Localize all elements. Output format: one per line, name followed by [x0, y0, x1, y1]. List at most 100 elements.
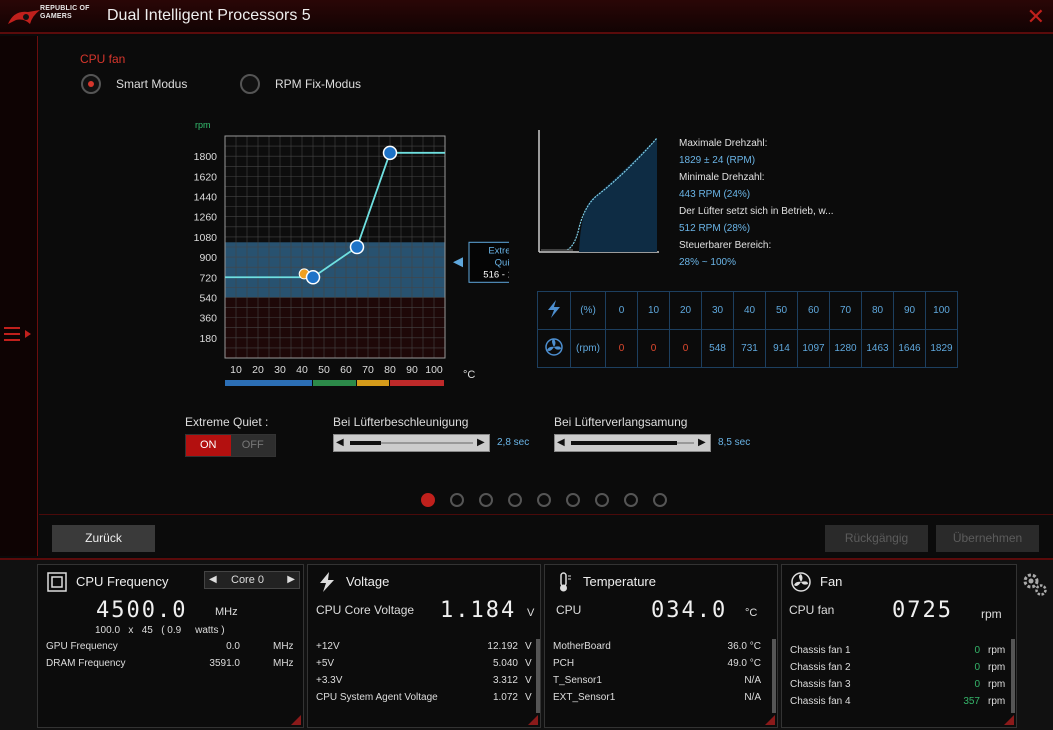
cpu-frequency-panel[interactable]: CPU Frequency ◀ Core 0 ▶ 4500.0 MHz 100.…: [37, 564, 304, 728]
app-title: Dual Intelligent Processors 5: [107, 7, 311, 24]
cpu-core-voltage-label: CPU Core Voltage: [316, 603, 415, 617]
fan-control-panel: CPU fan Smart Modus RPM Fix-Modus rpm 180…: [39, 36, 1053, 556]
range-label: Steuerbarer Bereich:: [679, 240, 772, 251]
rpm-cell: 0: [669, 329, 702, 368]
curve-handle[interactable]: [382, 145, 398, 161]
page-dot[interactable]: [421, 493, 435, 507]
temperature-row-value: N/A: [744, 675, 761, 686]
y-tick-label: 540: [199, 292, 217, 304]
percent-cell: 60: [797, 291, 830, 330]
fan-panel[interactable]: Fan CPU fan 0725 rpm Chassis fan 1 0 rpm Ch…: [781, 564, 1017, 728]
power-unit: watts ): [195, 625, 225, 636]
cpu-core-voltage-value: 1.184: [440, 598, 517, 623]
page-dot[interactable]: [450, 493, 464, 507]
rpm-table: (%) 0 10 20 30 40 50 60 70 80 90 100 (rpm) 0 0 0 548 7…: [537, 291, 958, 368]
rpm-cell: 1463: [861, 329, 894, 368]
x-tick-label: 40: [296, 364, 308, 376]
curve-handle[interactable]: [305, 270, 321, 285]
curve-handle[interactable]: [349, 239, 365, 255]
voltage-row-value: 12.192: [487, 641, 518, 652]
voltage-title: Voltage: [346, 574, 390, 589]
percent-cell: 70: [829, 291, 862, 330]
decel-decrease-arrow-icon[interactable]: ◀: [557, 437, 567, 449]
menu-icon[interactable]: [2, 324, 36, 344]
fan-response-chart: [538, 130, 659, 253]
voltage-panel[interactable]: Voltage CPU Core Voltage 1.184 V +12V 12.…: [307, 564, 541, 728]
page-indicator: [421, 493, 667, 507]
voltage-row-unit: V: [525, 658, 532, 669]
rpm-cell: 548: [701, 329, 734, 368]
rpm-cell: 1097: [797, 329, 830, 368]
core-selector[interactable]: ◀ Core 0 ▶: [204, 571, 300, 589]
page-dot[interactable]: [479, 493, 493, 507]
expand-corner-icon[interactable]: [765, 715, 775, 725]
fan-scrollbar[interactable]: [1011, 639, 1015, 713]
temperature-row-value: 49.0 °C: [727, 658, 761, 669]
expand-corner-icon[interactable]: [1004, 715, 1014, 725]
voltage-row-label: +3.3V: [316, 675, 343, 686]
rpm-fix-mode-label: RPM Fix-Modus: [275, 77, 362, 91]
temperature-row-label: PCH: [553, 658, 575, 669]
x-tick-label: 50: [318, 364, 330, 376]
max-speed-value: 1829 ± 24 (RPM): [679, 155, 756, 166]
extreme-quiet-off[interactable]: OFF: [230, 435, 275, 456]
accel-value: 2,8 sec: [497, 437, 530, 448]
cpu-row-unit: MHz: [273, 658, 294, 669]
rpm-row: (rpm) 0 0 0 548 731 914 1097 1280 1463 1646 1829: [537, 329, 958, 368]
y-tick-label: 1800: [194, 151, 218, 163]
thermometer-icon: [560, 572, 571, 592]
temperature-scrollbar[interactable]: [772, 639, 776, 713]
callout-range: 516 - 1032: [483, 269, 509, 280]
core-next-icon[interactable]: ▶: [287, 574, 295, 585]
multiply-sign: x: [128, 625, 134, 636]
page-dot[interactable]: [653, 493, 667, 507]
temperature-panel[interactable]: Temperature CPU 034.0 °C MotherBoard 36.0…: [544, 564, 778, 728]
fan-curve-graph[interactable]: rpm1800162014401260108090072054036018010…: [149, 106, 509, 386]
cpu-frequency-unit: MHz: [215, 606, 238, 618]
percent-cell: 50: [765, 291, 798, 330]
x-tick-label: 70: [362, 364, 374, 376]
percent-cell: 10: [637, 291, 670, 330]
y-tick-label: 1440: [194, 192, 218, 204]
fans-row-unit: rpm: [988, 696, 1006, 707]
rpm-fix-mode-radio[interactable]: [240, 74, 260, 94]
y-tick-label: 1080: [194, 232, 218, 244]
fans-row-value: 0: [974, 679, 980, 690]
extreme-quiet-on[interactable]: ON: [186, 435, 231, 456]
accel-increase-arrow-icon[interactable]: ▶: [477, 437, 487, 449]
expand-corner-icon[interactable]: [528, 715, 538, 725]
undo-button[interactable]: Rückgängig: [825, 525, 928, 552]
page-dot[interactable]: [595, 493, 609, 507]
extreme-quiet-toggle[interactable]: ON OFF: [185, 434, 276, 457]
page-dot[interactable]: [508, 493, 522, 507]
core-prev-icon[interactable]: ◀: [209, 574, 217, 585]
rpm-cell: 1646: [893, 329, 926, 368]
fan-info: Maximale Drehzahl: 1829 ± 24 (RPM) Minim…: [679, 135, 834, 271]
y-tick-label: 180: [199, 333, 217, 345]
apply-button[interactable]: Übernehmen: [936, 525, 1039, 552]
close-icon[interactable]: ✕: [1027, 4, 1045, 30]
cpu-frequency-value: 4500.0: [96, 598, 188, 623]
back-button[interactable]: Zurück: [52, 525, 155, 552]
rpm-cell: 0: [605, 329, 638, 368]
decel-increase-arrow-icon[interactable]: ▶: [698, 437, 708, 449]
accel-slider[interactable]: ◀ ▶: [333, 434, 490, 452]
cpu-fan-unit: rpm: [981, 607, 1002, 621]
settings-gear-icon[interactable]: [1020, 570, 1048, 598]
page-dot[interactable]: [624, 493, 638, 507]
page-dot[interactable]: [537, 493, 551, 507]
rpm-unit: (rpm): [570, 329, 606, 368]
cpu-temp-unit: °C: [745, 607, 758, 619]
logo-line-2: GAMERS: [40, 13, 72, 20]
expand-corner-icon[interactable]: [291, 715, 301, 725]
smart-mode-radio[interactable]: [81, 74, 101, 94]
voltage-scrollbar[interactable]: [536, 639, 540, 713]
percent-cell: 40: [733, 291, 766, 330]
accel-label: Bei Lüfterbeschleunigung: [333, 415, 469, 429]
temp-color-segment: [313, 380, 356, 386]
decel-slider[interactable]: ◀ ▶: [554, 434, 711, 452]
accel-decrease-arrow-icon[interactable]: ◀: [336, 437, 346, 449]
action-bar: Zurück Rückgängig Übernehmen: [39, 514, 1053, 556]
page-dot[interactable]: [566, 493, 580, 507]
voltage-row-unit: V: [525, 641, 532, 652]
